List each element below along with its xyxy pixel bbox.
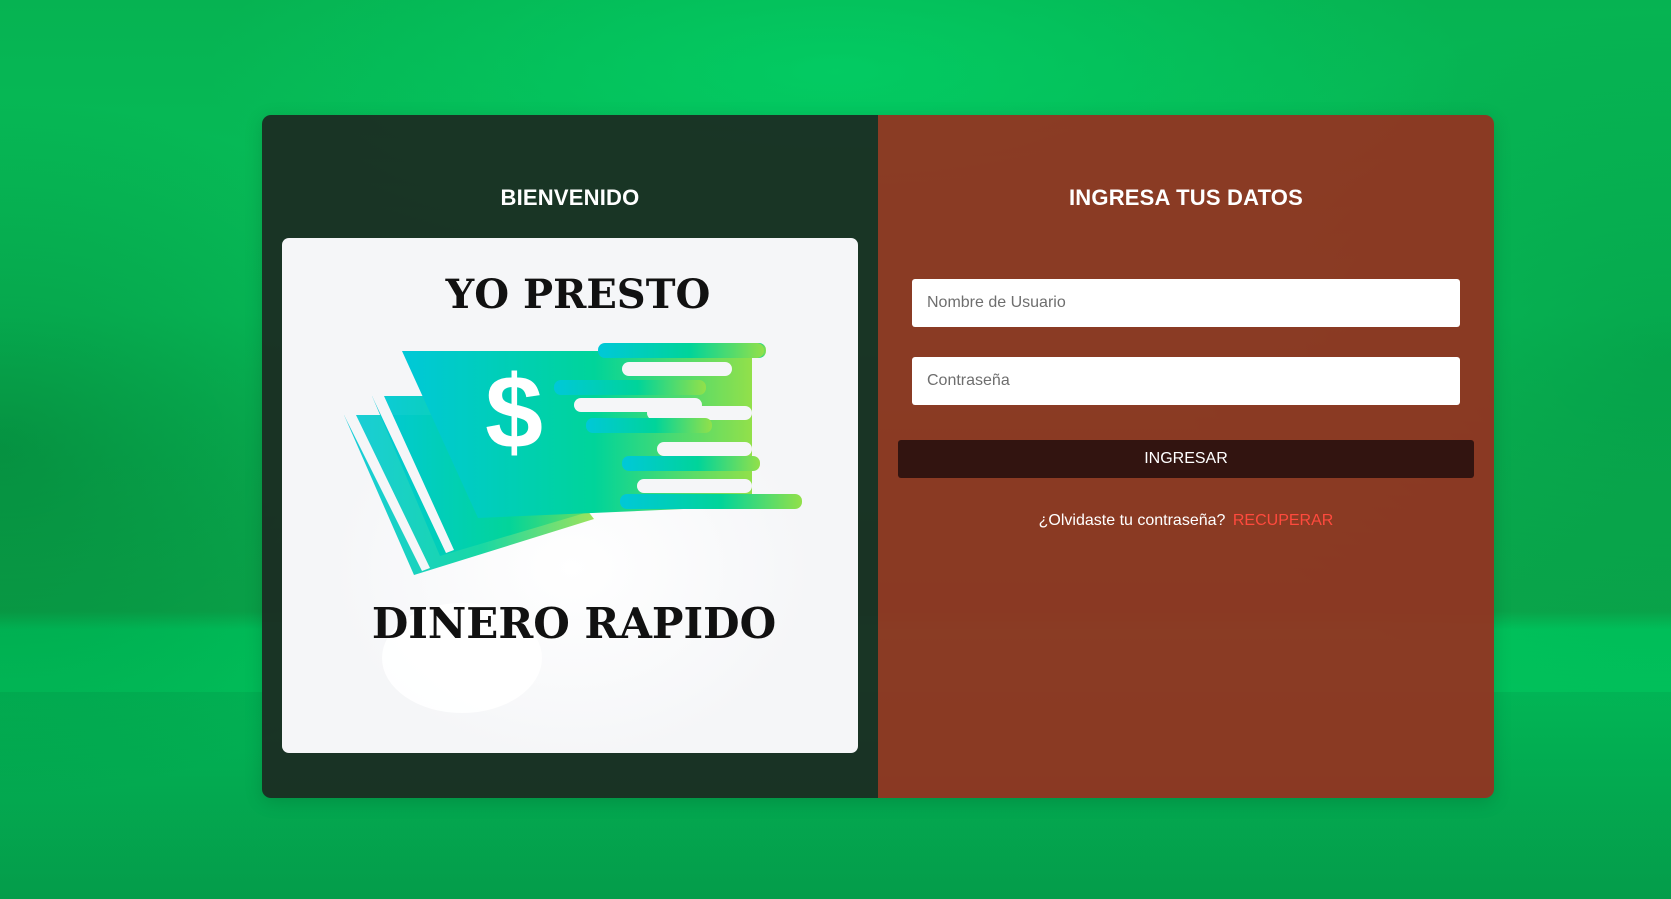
login-button[interactable]: INGRESAR xyxy=(898,440,1474,478)
speed-line-b xyxy=(554,380,706,395)
logo-artwork: YO PRESTO $ DINERO RAPIDO xyxy=(332,271,812,753)
username-input[interactable] xyxy=(912,279,1460,327)
welcome-panel: BIENVENIDO YO PRESTO $ DINERO RAPIDO xyxy=(262,115,878,798)
speed-line-d xyxy=(622,456,760,471)
brand-logo: YO PRESTO $ DINERO RAPIDO xyxy=(282,238,858,753)
logo-top-text: YO PRESTO xyxy=(445,271,711,318)
speed-line-e xyxy=(620,494,802,509)
speed-line-a xyxy=(598,343,764,358)
password-input[interactable] xyxy=(912,357,1460,405)
speed-line-3 xyxy=(574,398,702,412)
login-card: BIENVENIDO YO PRESTO $ DINERO RAPIDO ING… xyxy=(262,115,1494,798)
login-panel: INGRESA TUS DATOS INGRESAR ¿Olvidaste tu… xyxy=(878,115,1494,798)
speed-line-1 xyxy=(622,362,732,376)
recover-link[interactable]: RECUPERAR xyxy=(1233,512,1333,529)
logo-bottom-text: DINERO RAPIDO xyxy=(372,599,776,648)
speed-line-4 xyxy=(657,442,752,456)
welcome-title: BIENVENIDO xyxy=(500,185,640,210)
forgot-password-row: ¿Olvidaste tu contraseña? RECUPERAR xyxy=(878,512,1494,530)
forgot-password-text: ¿Olvidaste tu contraseña? xyxy=(1038,512,1226,529)
speed-line-5 xyxy=(637,479,752,493)
speed-line-c xyxy=(586,418,712,433)
dollar-sign: $ xyxy=(485,355,543,471)
login-title: INGRESA TUS DATOS xyxy=(1068,185,1303,210)
